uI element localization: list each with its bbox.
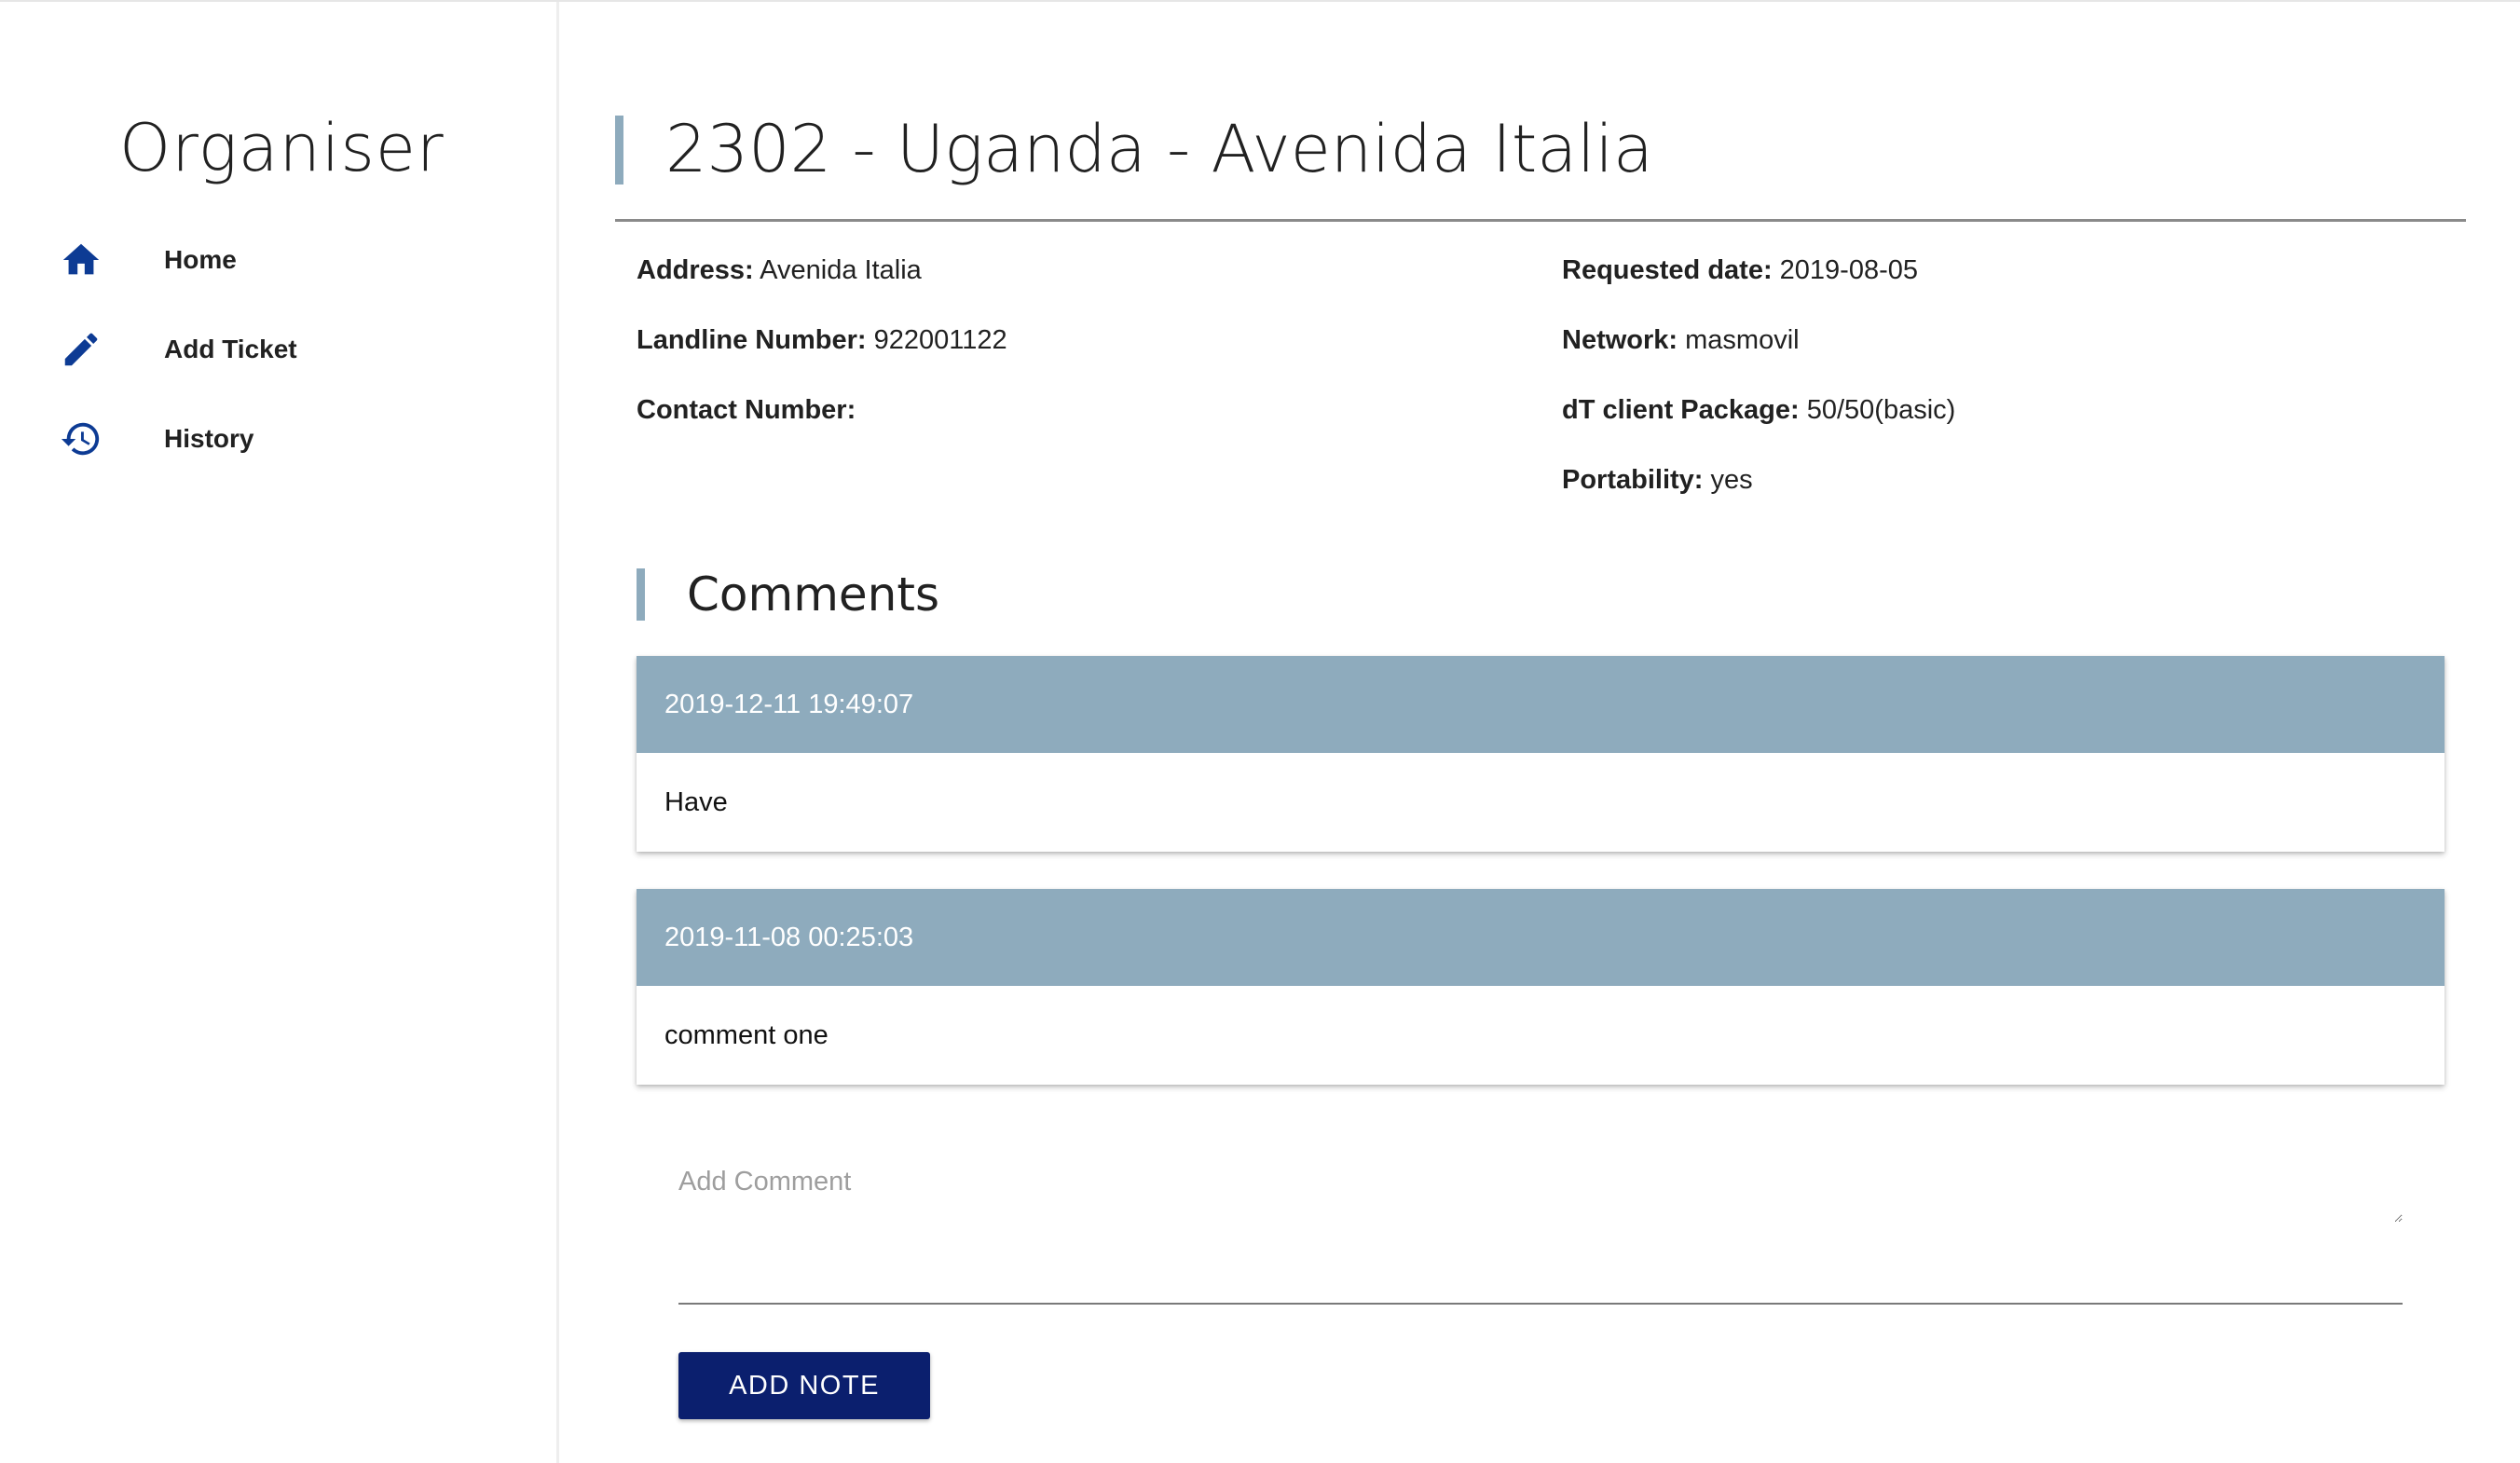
detail-landline-number: Landline Number: 922001122 [637,321,1007,359]
detail-portability: Portability: yes [1562,461,1753,499]
detail-key: Landline Number: [637,325,867,355]
detail-contact-number: Contact Number: [637,391,856,429]
sidebar-item-add-ticket[interactable]: Add Ticket [0,305,555,394]
main-content: 2302 - Uganda - Avenida Italia Address: … [559,2,2520,1463]
detail-key: dT client Package: [1562,395,1800,425]
comment-timestamp: 2019-11-08 00:25:03 [637,889,2445,986]
detail-address: Address: Avenida Italia [637,252,922,289]
app-window: Organiser Home Add Ticket History 2302 -… [0,0,2520,1463]
detail-network: Network: masmovil [1562,321,1800,359]
sidebar-item-label: Add Ticket [164,335,297,363]
detail-key: Address: [637,255,754,285]
comments-accent-bar [637,568,645,621]
comment-card: 2019-12-11 19:49:07 Have [637,656,2445,852]
comment-text: Have [664,786,728,817]
ticket-header: 2302 - Uganda - Avenida Italia [615,112,2466,222]
comment-text: comment one [664,1019,829,1050]
detail-value: Avenida Italia [760,255,922,285]
detail-value: 922001122 [873,325,1007,355]
sidebar: Organiser Home Add Ticket History [0,2,559,1463]
add-comment-input[interactable] [678,1167,2403,1223]
add-comment-field [678,1167,2403,1305]
sidebar-item-label: Home [164,245,237,274]
comment-timestamp: 2019-12-11 19:49:07 [637,656,2445,753]
detail-value: masmovil [1685,325,1800,355]
pencil-icon [58,326,104,373]
brand-title: Organiser [119,110,445,186]
comment-card: 2019-11-08 00:25:03 comment one [637,889,2445,1085]
detail-key: Portability: [1562,465,1704,495]
detail-requested-date: Requested date: 2019-08-05 [1562,252,1918,289]
detail-key: Contact Number: [637,395,856,425]
comments-header: Comments [637,568,1382,621]
home-icon [58,237,104,283]
detail-value: 50/50(basic) [1806,395,1956,425]
detail-value: yes [1710,465,1753,495]
detail-key: Requested date: [1562,255,1773,285]
page-title: 2302 - Uganda - Avenida Italia [665,111,1653,187]
sidebar-item-home[interactable]: Home [0,215,555,305]
add-note-button[interactable]: ADD NOTE [678,1352,930,1419]
sidebar-item-history[interactable]: History [0,394,555,484]
detail-value: 2019-08-05 [1779,255,1919,285]
sidebar-item-label: History [164,424,254,453]
detail-client-package: dT client Package: 50/50(basic) [1562,391,1955,429]
detail-key: Network: [1562,325,1678,355]
title-accent-bar [615,116,623,185]
comments-title: Comments [687,567,940,622]
history-icon [58,416,104,462]
